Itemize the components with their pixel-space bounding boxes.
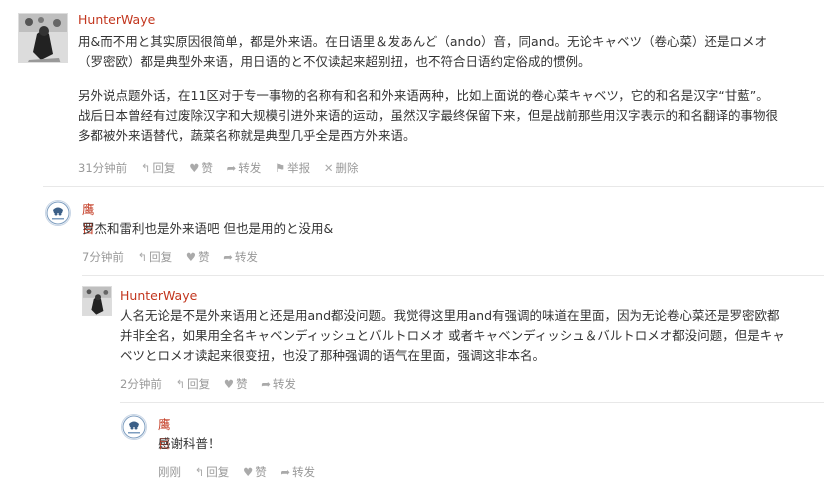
like-label: 赞 <box>236 377 248 391</box>
like-button[interactable]: ♥ 赞 <box>186 249 210 265</box>
share-arrow-icon: ➦ <box>261 377 271 391</box>
divider <box>43 186 824 187</box>
share-label: 转发 <box>238 161 262 175</box>
like-label: 赞 <box>198 250 210 264</box>
like-label: 赞 <box>255 465 267 479</box>
comment-line: 另外说点题外话，在11区对于专一事物的名称有和名和外来语两种，比如上面说的卷心菜… <box>78 88 769 103</box>
divider <box>120 402 824 403</box>
comment-line: 并非全名，如果用全名キャベンディッシュとバルトロメオ 或者キャベンディッシュ＆バ… <box>120 328 785 343</box>
reply-arrow-icon: ↰ <box>140 161 151 175</box>
reply-label: 回复 <box>149 250 173 264</box>
reply-arrow-icon: ↰ <box>175 377 186 391</box>
reply-button[interactable]: ↰ 回复 <box>195 464 230 480</box>
comment-text: 人名无论是不是外来语用と还是用and都没问题。我觉得这里用and有强调的味道在里… <box>120 306 820 366</box>
report-label: 举报 <box>287 161 311 175</box>
timestamp: 刚刚 <box>158 465 181 479</box>
share-label: 转发 <box>292 465 316 479</box>
reply-button[interactable]: ↰ 回复 <box>141 160 176 176</box>
comment-actions: 刚刚 ↰ 回复 ♥ 赞 ➦ 转发 <box>158 464 325 480</box>
comment-actions: 31分钟前 ↰ 回复 ♥ 赞 ➦ 转发 ⚑ 举报 ✕ 删除 <box>78 160 368 176</box>
heart-icon: ♥ <box>242 465 254 479</box>
flag-icon: ⚑ <box>274 161 286 175</box>
comment-line: 感谢科普！ <box>158 436 221 451</box>
heart-icon: ♥ <box>223 377 235 391</box>
like-button[interactable]: ♥ 赞 <box>224 376 248 392</box>
comment-line: 人名无论是不是外来语用と还是用and都没问题。我觉得这里用and有强调的味道在里… <box>120 308 780 323</box>
comment-line: 战后日本曾经有过废除汉字和大规模引进外来语的运动，虽然汉字最终保留下来，但是战前… <box>78 108 779 123</box>
avatar-photo-icon <box>19 14 67 62</box>
comment-line: （罗密欧）都是典型外来语，用日语的と不仅读起来超别扭，也不符合日语约定俗成的惯例… <box>78 54 591 69</box>
reply-label: 回复 <box>152 161 176 175</box>
share-arrow-icon: ➦ <box>280 465 291 479</box>
reply-arrow-icon: ↰ <box>194 465 205 479</box>
reply-button[interactable]: ↰ 回复 <box>137 249 172 265</box>
share-arrow-icon: ➦ <box>223 250 233 264</box>
reply-arrow-icon: ↰ <box>137 250 148 264</box>
share-arrow-icon: ➦ <box>226 161 237 175</box>
heart-icon: ♥ <box>189 161 200 175</box>
avatar-photo-icon <box>83 287 111 315</box>
like-button[interactable]: ♥ 赞 <box>243 464 267 480</box>
like-label: 赞 <box>201 161 213 175</box>
delete-label: 删除 <box>335 161 359 175</box>
reply-label: 回复 <box>206 465 230 479</box>
share-label: 转发 <box>272 377 296 391</box>
comment-actions: 2分钟前 ↰ 回复 ♥ 赞 ➦ 转发 <box>120 376 306 392</box>
avatar[interactable] <box>45 200 71 226</box>
share-button[interactable]: ➦ 转发 <box>223 249 258 265</box>
avatar[interactable] <box>18 13 68 63</box>
share-label: 转发 <box>234 250 258 264</box>
comment-line: 多都被外来语替代，蔬菜名称就是典型几乎全是西方外来语。 <box>78 128 416 143</box>
heart-icon: ♥ <box>185 250 197 264</box>
comment-author[interactable]: HunterWaye <box>78 12 155 27</box>
reply-label: 回复 <box>187 377 211 391</box>
comment-line: ベツとロメオ读起来很变扭，也没了那种强调的语气在里面，强调这非本名。 <box>120 348 546 363</box>
like-button[interactable]: ♥ 赞 <box>189 160 213 176</box>
share-button[interactable]: ➦ 转发 <box>280 464 315 480</box>
reply-button[interactable]: ↰ 回复 <box>175 376 210 392</box>
avatar-logo-icon <box>122 415 146 439</box>
report-button[interactable]: ⚑ 举报 <box>275 160 310 176</box>
delete-button[interactable]: ✕ 删除 <box>324 160 359 176</box>
timestamp: 2分钟前 <box>120 377 162 391</box>
comment-text: 用&而不用と其实原因很简单，都是外来语。在日语里＆发あんど（ando）音，同an… <box>78 32 818 146</box>
x-icon: ✕ <box>323 161 334 175</box>
avatar-logo-icon <box>46 201 70 225</box>
comment-line: 用&而不用と其实原因很简单，都是外来语。在日语里＆发あんど（ando）音，同an… <box>78 34 768 49</box>
comment-actions: 7分钟前 ↰ 回复 ♥ 赞 ➦ 转发 <box>82 249 268 265</box>
comment-line: 罗杰和雷利也是外来语吧 但也是用的と没用& <box>82 221 334 236</box>
comment-text: 罗杰和雷利也是外来语吧 但也是用的と没用& <box>82 219 812 239</box>
share-button[interactable]: ➦ 转发 <box>227 160 262 176</box>
divider <box>82 275 824 276</box>
share-button[interactable]: ➦ 转发 <box>261 376 296 392</box>
timestamp: 31分钟前 <box>78 161 128 175</box>
avatar[interactable] <box>82 286 112 316</box>
comment-author[interactable]: HunterWaye <box>120 288 197 303</box>
avatar[interactable] <box>121 414 147 440</box>
timestamp: 7分钟前 <box>82 250 124 264</box>
comment-text: 感谢科普！ <box>158 434 818 454</box>
